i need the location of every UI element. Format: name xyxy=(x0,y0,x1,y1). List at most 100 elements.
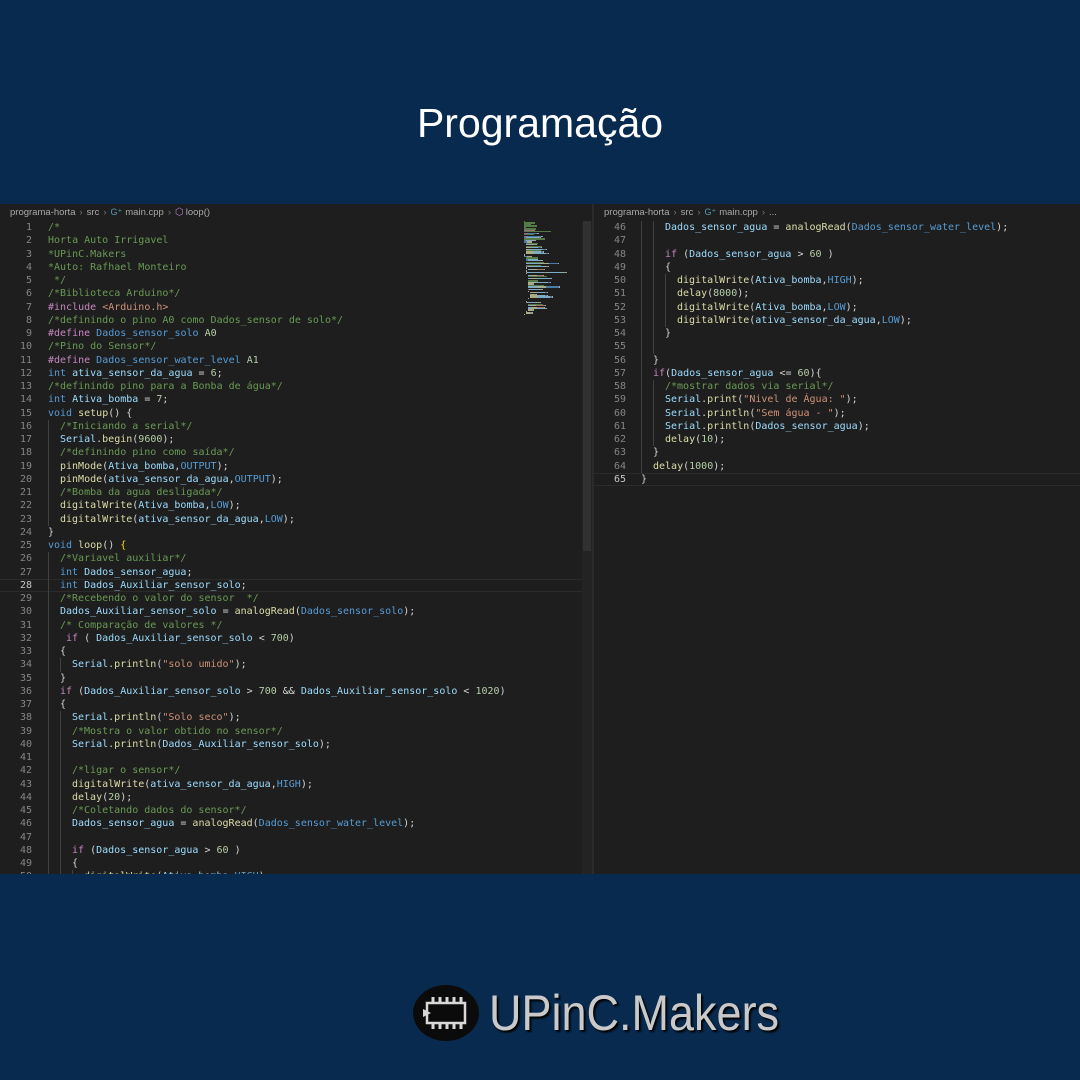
code-line[interactable]: 40 Serial.println(Dados_Auxiliar_sensor_s… xyxy=(0,737,592,751)
scrollbar[interactable] xyxy=(582,221,592,874)
code-line[interactable]: 62 delay(10); xyxy=(594,433,1080,447)
code-line[interactable]: 16 /*Iniciando a serial*/ xyxy=(0,419,592,433)
code-line[interactable]: 55 xyxy=(594,340,1080,354)
code-line[interactable]: 51 delay(8000); xyxy=(594,287,1080,301)
code-line[interactable]: 50 digitalWrite(Ativa_bomba,HIGH); xyxy=(0,870,592,874)
breadcrumb-folder[interactable]: programa-horta xyxy=(604,207,669,218)
code-line[interactable]: 5 */ xyxy=(0,274,592,287)
editor-pane-left[interactable]: programa-horta › src › G⁺ main.cpp › ⬡ loop() 1/… xyxy=(0,204,592,874)
code-line[interactable]: 39 /*Mostra o valor obtido no sensor*/ xyxy=(0,724,592,738)
indent-guide xyxy=(48,698,49,712)
line-number: 13 xyxy=(19,381,32,392)
code-line[interactable]: 45 /*Coletando dados do sensor*/ xyxy=(0,804,592,818)
code-token: Ativa_bomba xyxy=(755,301,822,313)
code-line[interactable]: 49 { xyxy=(594,260,1080,274)
code-token: ativa_sensor_da_agua xyxy=(108,473,229,485)
code-line[interactable]: 29 /*Recebendo o valor do sensor */ xyxy=(0,592,592,606)
code-line[interactable]: 22 digitalWrite(Ativa_bomba,LOW); xyxy=(0,499,592,513)
code-token: println xyxy=(114,659,157,671)
code-line[interactable]: 41 xyxy=(0,751,592,765)
code-line[interactable]: 23 digitalWrite(ativa_sensor_da_agua,LOW)… xyxy=(0,512,592,526)
code-line[interactable]: 42 /*ligar o sensor*/ xyxy=(0,764,592,778)
code-token: ; xyxy=(186,566,193,578)
breadcrumb-folder[interactable]: programa-horta xyxy=(10,207,75,218)
code-line[interactable]: 11 #define Dados_sensor_water_level A1 xyxy=(0,354,592,367)
code-line[interactable]: 17 Serial.begin(9600); xyxy=(0,433,592,447)
code-line[interactable]: 25 void loop() { xyxy=(0,539,592,552)
code-lines[interactable]: 1 /* 2 Horta Auto Irrigavel 3 *UPinC.Makers 4 *… xyxy=(0,221,592,874)
code-line[interactable]: 47 xyxy=(594,234,1080,248)
code-token: ) xyxy=(228,844,241,856)
code-line[interactable]: 48 if (Dados_sensor_agua > 60 ) xyxy=(0,843,592,857)
code-token: int xyxy=(60,566,85,578)
code-line[interactable]: 59 Serial.print("Nivel de Água: "); xyxy=(594,393,1080,407)
code-token: () xyxy=(102,540,121,551)
code-line[interactable]: 46 Dados_sensor_agua = analogRead(Dados_s… xyxy=(0,817,592,831)
code-line[interactable]: 10 /*Pino do Sensor*/ xyxy=(0,340,592,353)
breadcrumb-file[interactable]: main.cpp xyxy=(125,207,164,218)
code-token: 8000 xyxy=(713,288,738,300)
code-line[interactable]: 9 #define Dados_sensor_solo A0 xyxy=(0,327,592,340)
breadcrumb-symbol[interactable]: loop() xyxy=(186,207,210,218)
code-line[interactable]: 12 int ativa_sensor_da_agua = 6; xyxy=(0,367,592,380)
code-token: Dados_sensor_agua xyxy=(755,420,858,432)
code-line[interactable]: 21 /*Bomba da agua desligada*/ xyxy=(0,486,592,500)
breadcrumb-dir[interactable]: src xyxy=(681,207,694,218)
code-line[interactable]: 20 pinMode(ativa_sensor_da_agua,OUTPUT); xyxy=(0,472,592,486)
code-line[interactable]: 50 digitalWrite(Ativa_bomba,HIGH); xyxy=(594,274,1080,288)
code-line[interactable]: 61 Serial.println(Dados_sensor_agua); xyxy=(594,419,1080,433)
code-line[interactable]: 65} xyxy=(594,473,1080,486)
code-line[interactable]: 58 /*mostrar dados via serial*/ xyxy=(594,380,1080,394)
scrollbar-thumb[interactable] xyxy=(583,221,591,551)
code-line[interactable]: 6 /*Biblioteca Arduino*/ xyxy=(0,287,592,300)
code-line[interactable]: 32 if ( Dados_Auxiliar_sensor_solo < 700… xyxy=(0,631,592,645)
editor-pane-right[interactable]: programa-horta › src › G⁺ main.cpp ›... 46 Dado… xyxy=(594,204,1080,874)
code-line[interactable]: 47 xyxy=(0,830,592,844)
code-line[interactable]: 28 int Dados_Auxiliar_sensor_solo; xyxy=(0,578,592,592)
code-line[interactable]: 2 Horta Auto Irrigavel xyxy=(0,234,592,247)
breadcrumb-dir[interactable]: src xyxy=(87,207,100,218)
code-line[interactable]: 43 digitalWrite(ativa_sensor_da_agua,HIGH… xyxy=(0,777,592,791)
code-line[interactable]: 64 delay(1000); xyxy=(594,459,1080,473)
code-lines[interactable]: 46 Dados_sensor_agua = analogRead(Dados_s… xyxy=(594,221,1080,874)
breadcrumb-file[interactable]: main.cpp xyxy=(719,207,758,218)
code-line[interactable]: 52 digitalWrite(Ativa_bomba,LOW); xyxy=(594,300,1080,314)
code-line[interactable]: 24} xyxy=(0,526,592,539)
code-line[interactable]: 38 Serial.println("Solo seco"); xyxy=(0,711,592,725)
code-line[interactable]: 15 void setup() { xyxy=(0,407,592,420)
code-line[interactable]: 7 #include <Arduino.h> xyxy=(0,301,592,314)
code-line[interactable]: 34 Serial.println("solo umido"); xyxy=(0,658,592,672)
breadcrumb-symbol[interactable]: ... xyxy=(769,207,777,218)
code-line[interactable]: 44 delay(20); xyxy=(0,790,592,804)
code-line[interactable]: 60 Serial.println("Sem água - "); xyxy=(594,406,1080,420)
code-line[interactable]: 3 *UPinC.Makers xyxy=(0,248,592,261)
code-line[interactable]: 8 /*definindo o pino A0 como Dados_sensor… xyxy=(0,314,592,327)
code-line[interactable]: 4 *Auto: Rafhael Monteiro xyxy=(0,261,592,274)
code-line[interactable]: 35} xyxy=(0,671,592,685)
code-line[interactable]: 1 /* xyxy=(0,221,592,234)
code-line[interactable]: 14 int Ativa_bomba = 7; xyxy=(0,393,592,406)
code-line[interactable]: 37 { xyxy=(0,698,592,712)
code-line[interactable]: 26 /*Variavel auxiliar*/ xyxy=(0,552,592,566)
code-token: Dados_Auxiliar_sensor_solo xyxy=(162,738,319,750)
code-line[interactable]: 53 digitalWrite(ativa_sensor_da_agua,LOW)… xyxy=(594,313,1080,327)
code-line[interactable]: 54} xyxy=(594,327,1080,341)
code-token: pinMode xyxy=(60,473,103,485)
code-line[interactable]: 13 /*definindo pino para a Bonba de água*… xyxy=(0,380,592,393)
code-token: Dados_Auxiliar_sensor_solo xyxy=(84,579,241,591)
code-line[interactable]: 56} xyxy=(594,353,1080,367)
code-line[interactable]: 18 /*definindo pino como saída*/ xyxy=(0,446,592,460)
code-line[interactable]: 46 Dados_sensor_agua = analogRead(Dados_s… xyxy=(594,221,1080,235)
minimap[interactable] xyxy=(524,221,580,316)
code-line[interactable]: 19 pinMode(Ativa_bomba,OUTPUT); xyxy=(0,459,592,473)
code-line[interactable]: 36 if (Dados_Auxiliar_sensor_solo > 700 &… xyxy=(0,684,592,698)
code-line[interactable]: 49 { xyxy=(0,857,592,871)
code-line[interactable]: 48 if (Dados_sensor_agua > 60 ) xyxy=(594,247,1080,261)
code-line[interactable]: 57 if(Dados_sensor_agua <= 60){ xyxy=(594,366,1080,380)
code-line[interactable]: 33 { xyxy=(0,645,592,659)
code-line[interactable]: 31 /* Comparação de valores */ xyxy=(0,618,592,632)
code-line[interactable]: 30 Dados_Auxiliar_sensor_solo = analogRea… xyxy=(0,605,592,619)
code-line[interactable]: 27 int Dados_sensor_agua; xyxy=(0,565,592,579)
code-token: digitalWrite xyxy=(677,275,750,286)
code-line[interactable]: 63} xyxy=(594,446,1080,460)
